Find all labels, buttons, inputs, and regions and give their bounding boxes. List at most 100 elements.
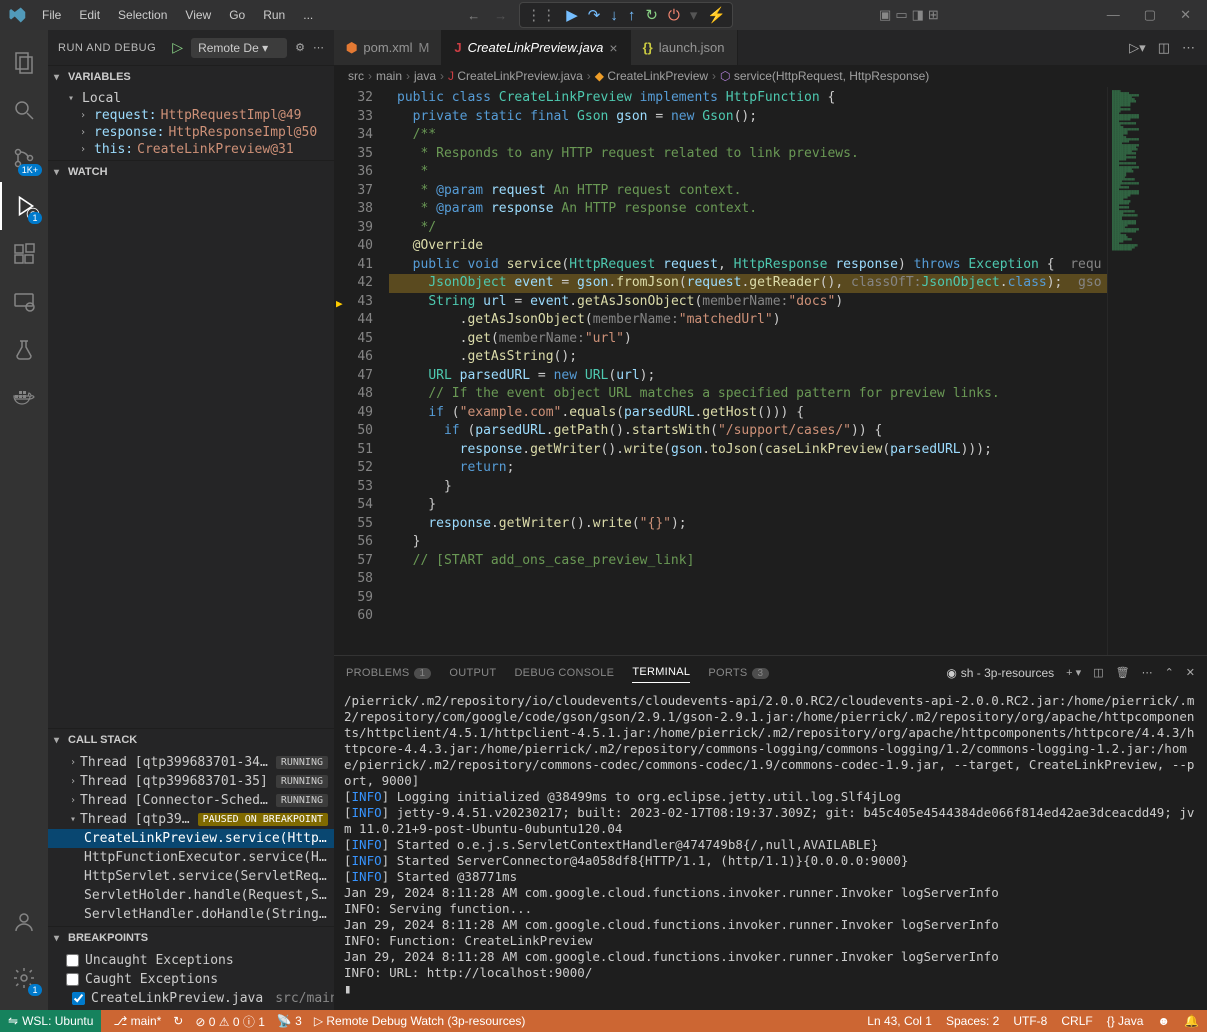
code-editor[interactable]: public class CreateLinkPreview implement… — [389, 87, 1107, 655]
activity-debug[interactable]: 1 — [0, 182, 48, 230]
activity-testing[interactable] — [0, 326, 48, 374]
breadcrumb-item[interactable]: main — [376, 69, 402, 83]
new-terminal-button[interactable]: + ▾ — [1066, 666, 1081, 679]
stack-frame[interactable]: ServletHandler.doHandle(String,Reque — [48, 905, 334, 924]
bp-checkbox[interactable] — [66, 954, 79, 967]
run-icon[interactable]: ▷▾ — [1129, 40, 1146, 56]
status-ports[interactable]: 📡 3 — [277, 1014, 302, 1028]
step-over-button[interactable]: ↷ — [588, 6, 601, 24]
split-editor-icon[interactable]: ◫ — [1158, 40, 1170, 56]
activity-scm[interactable]: 1K+ — [0, 134, 48, 182]
editor-tab[interactable]: ⬢pom.xmlM — [334, 30, 442, 65]
layout-icon[interactable]: ▣ — [879, 7, 891, 23]
status-debug-target[interactable]: ▷ Remote Debug Watch (3p-resources) — [314, 1014, 526, 1028]
status-lncol[interactable]: Ln 43, Col 1 — [867, 1014, 932, 1028]
split-terminal-icon[interactable]: ◫ — [1093, 666, 1103, 679]
activity-remote[interactable] — [0, 278, 48, 326]
start-debug-button[interactable]: ▷ — [172, 39, 183, 56]
gear-icon[interactable]: ⚙ — [295, 41, 305, 54]
status-spaces[interactable]: Spaces: 2 — [946, 1014, 999, 1028]
panel-tab-output[interactable]: OUTPUT — [449, 663, 496, 683]
disconnect-button[interactable]: ⏻ — [668, 7, 680, 24]
panel-more-icon[interactable]: ⋯ — [1142, 666, 1153, 679]
activity-accounts[interactable] — [0, 898, 48, 946]
panel-tab-debug-console[interactable]: DEBUG CONSOLE — [514, 663, 614, 683]
editor-tab[interactable]: JCreateLinkPreview.java× — [442, 30, 630, 65]
terminal-select[interactable]: ◉ sh - 3p-resources — [946, 666, 1054, 680]
panel-tab-terminal[interactable]: TERMINAL — [632, 662, 690, 683]
activity-docker[interactable] — [0, 374, 48, 422]
breadcrumb-item[interactable]: java — [414, 69, 436, 83]
maximize-panel-icon[interactable]: ⌃ — [1165, 666, 1174, 679]
panel-tab-ports[interactable]: PORTS3 — [708, 663, 769, 683]
thread-row[interactable]: ▾Thread [qtp39968...PAUSED ON BREAKPOINT — [48, 810, 334, 829]
breadcrumb-item[interactable]: J CreateLinkPreview.java — [448, 69, 583, 83]
bp-checkbox[interactable] — [72, 992, 85, 1005]
panel-tab-problems[interactable]: PROBLEMS1 — [346, 663, 431, 683]
activity-search[interactable] — [0, 86, 48, 134]
minimize-button[interactable]: — — [1099, 3, 1128, 27]
watch-section-header[interactable]: ▾WATCH — [48, 161, 334, 183]
variable-row[interactable]: ›request: HttpRequestImpl@49 — [48, 107, 334, 124]
close-tab-icon[interactable]: × — [609, 40, 617, 56]
breadcrumb-item[interactable]: ⬡ service(HttpRequest, HttpResponse) — [720, 69, 929, 83]
status-language[interactable]: {} Java — [1107, 1014, 1144, 1028]
continue-button[interactable]: ▶ — [566, 6, 578, 24]
breadcrumb-item[interactable]: ◆ CreateLinkPreview — [595, 69, 708, 83]
variable-row[interactable]: ›this: CreateLinkPreview@31 — [48, 141, 334, 158]
close-window-button[interactable]: ✕ — [1172, 3, 1199, 27]
menu-...[interactable]: ... — [295, 4, 321, 26]
kill-terminal-icon[interactable]: 🗑 — [1116, 666, 1130, 679]
nav-forward-icon[interactable]: → — [494, 8, 507, 23]
status-remote[interactable]: ⇋ WSL: Ubuntu — [0, 1010, 101, 1032]
menu-edit[interactable]: Edit — [71, 4, 108, 26]
line-gutter[interactable]: 3233343536373839404142▶43444546474849505… — [334, 87, 389, 655]
activity-explorer[interactable] — [0, 38, 48, 86]
breakpoint-row[interactable]: Uncaught Exceptions — [48, 951, 334, 970]
layout-sidebar-icon[interactable]: ◨ — [912, 7, 924, 23]
stack-frame[interactable]: HttpServlet.service(ServletRequest,S — [48, 867, 334, 886]
restart-button[interactable]: ↻ — [645, 6, 658, 24]
step-into-button[interactable]: ↓ — [610, 7, 618, 24]
status-branch[interactable]: ⎇ main* — [113, 1014, 161, 1028]
maximize-button[interactable]: ▢ — [1136, 3, 1164, 27]
step-out-button[interactable]: ↑ — [628, 7, 636, 24]
variables-section-header[interactable]: ▾VARIABLES — [48, 66, 334, 88]
status-eol[interactable]: CRLF — [1061, 1014, 1092, 1028]
variable-row[interactable]: ›response: HttpResponseImpl@50 — [48, 124, 334, 141]
status-sync[interactable]: ↻ — [173, 1014, 183, 1028]
menu-view[interactable]: View — [177, 4, 219, 26]
close-panel-icon[interactable]: ✕ — [1186, 666, 1195, 679]
layout-custom-icon[interactable]: ⊞ — [928, 7, 939, 23]
breakpoint-row[interactable]: Caught Exceptions — [48, 970, 334, 989]
status-problems[interactable]: ⊘ 0 ⚠ 0 ⓘ 1 — [195, 1013, 265, 1030]
thread-row[interactable]: ›Thread [qtp399683701-35]RUNNING — [48, 772, 334, 791]
activity-settings[interactable]: 1 — [0, 954, 48, 1002]
callstack-section-header[interactable]: ▾CALL STACK — [48, 729, 334, 751]
breakpoints-section-header[interactable]: ▾BREAKPOINTS — [48, 927, 334, 949]
breadcrumb-item[interactable]: src — [348, 69, 364, 83]
menu-selection[interactable]: Selection — [110, 4, 175, 26]
hot-replace-button[interactable]: ⚡ — [707, 6, 726, 24]
breakpoint-row[interactable]: CreateLinkPreview.javasrc/main/java43 — [48, 989, 334, 1008]
stack-frame[interactable]: HttpFunctionExecutor.service(HttpSer — [48, 848, 334, 867]
status-bell-icon[interactable]: 🔔 — [1184, 1014, 1199, 1028]
activity-extensions[interactable] — [0, 230, 48, 278]
breadcrumb[interactable]: src›main›java›J CreateLinkPreview.java›◆… — [334, 65, 1207, 87]
menu-run[interactable]: Run — [255, 4, 293, 26]
stack-frame[interactable]: CreateLinkPreview.service(HttpReques — [48, 829, 334, 848]
more-icon[interactable]: ⋯ — [313, 41, 324, 54]
bp-checkbox[interactable] — [66, 973, 79, 986]
variables-scope[interactable]: ▾Local — [48, 90, 334, 107]
stack-frame[interactable]: ServletHolder.handle(Request,Servlet — [48, 886, 334, 905]
layout-panel-icon[interactable]: ▭ — [895, 7, 907, 23]
minimap[interactable]: ██████ ████████████ ███████████████████ … — [1107, 87, 1207, 655]
terminal-output[interactable]: /pierrick/.m2/repository/io/cloudevents/… — [334, 689, 1207, 1010]
tab-more-icon[interactable]: ⋯ — [1182, 40, 1195, 56]
menu-file[interactable]: File — [34, 4, 69, 26]
editor-tab[interactable]: {}launch.json — [631, 30, 738, 65]
status-feedback-icon[interactable]: ☻ — [1157, 1014, 1170, 1028]
menu-go[interactable]: Go — [221, 4, 253, 26]
thread-row[interactable]: ›Thread [qtp399683701-34-acce...RUNNING — [48, 753, 334, 772]
nav-back-icon[interactable]: ← — [467, 8, 480, 23]
